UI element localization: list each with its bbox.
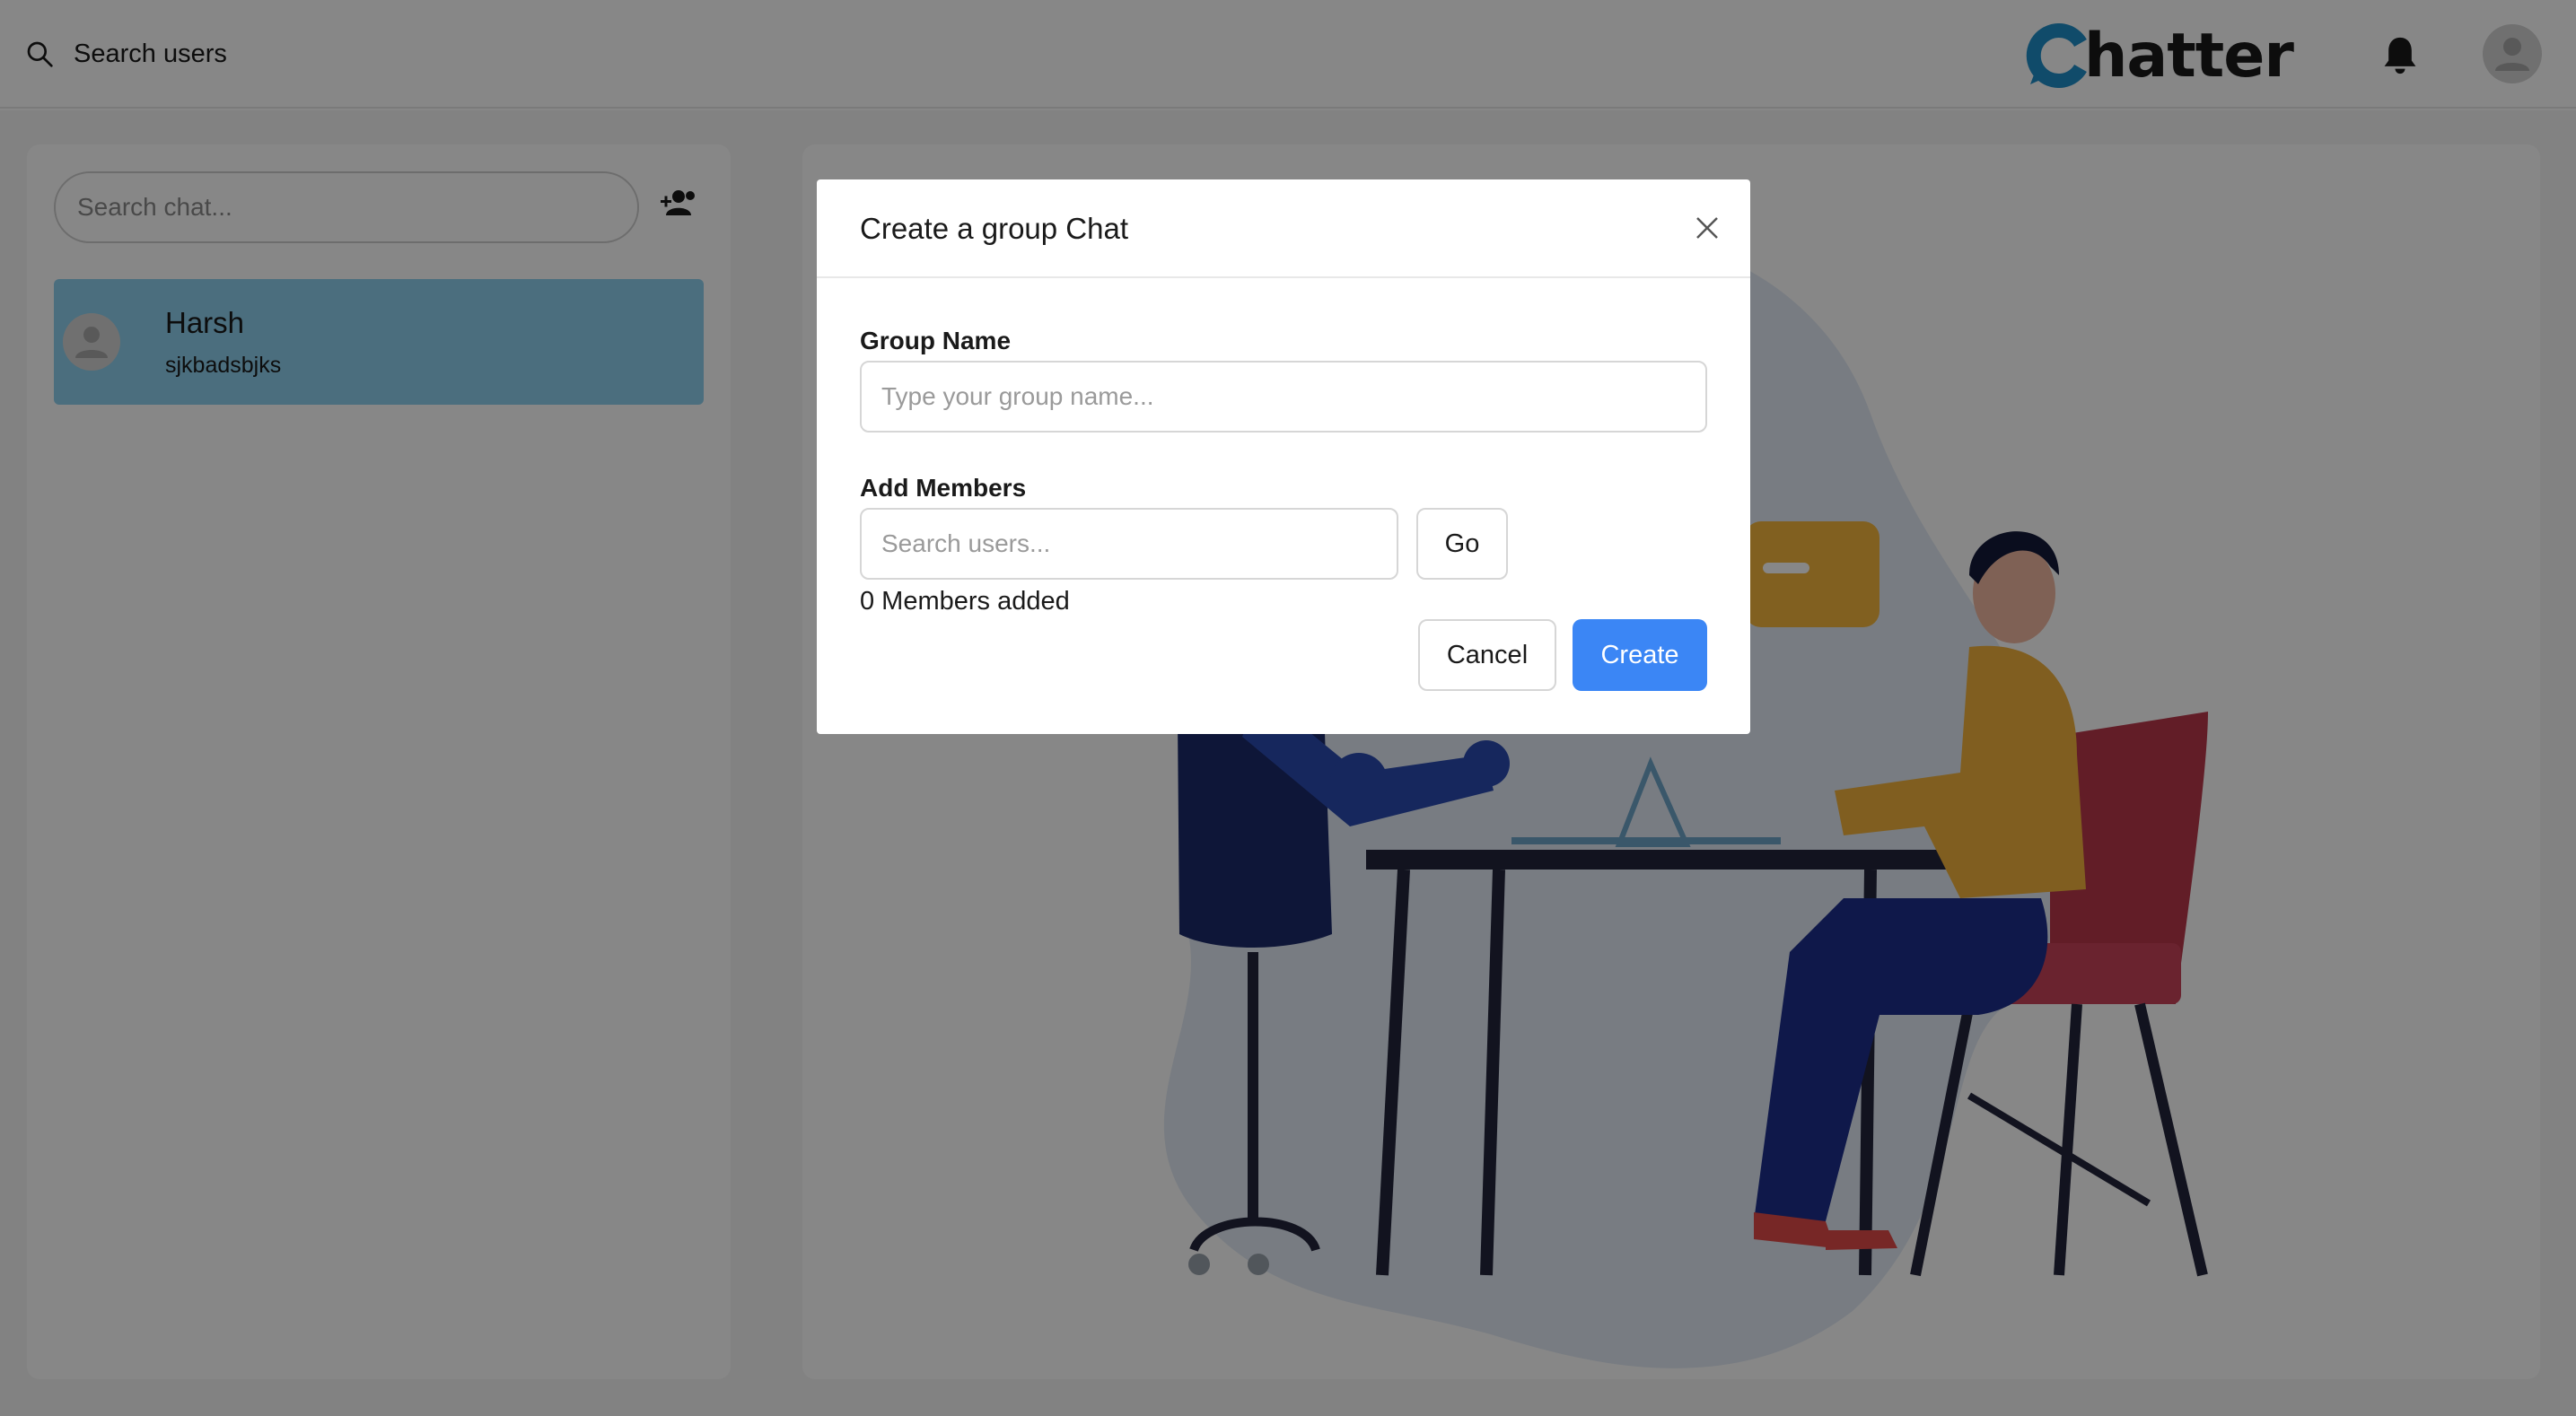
close-icon [1696, 217, 1718, 239]
members-added-count: 0 Members added [860, 587, 1070, 616]
group-name-input[interactable] [860, 361, 1707, 433]
cancel-button[interactable]: Cancel [1418, 619, 1556, 691]
group-name-label: Group Name [860, 327, 1012, 354]
go-button[interactable]: Go [1416, 508, 1508, 580]
add-members-label: Add Members [860, 474, 1027, 502]
modal-header: Create a group Chat [817, 179, 1750, 278]
search-users-input[interactable] [860, 508, 1398, 580]
close-button[interactable] [1689, 210, 1725, 246]
create-button[interactable]: Create [1573, 619, 1707, 691]
modal-title: Create a group Chat [860, 212, 1129, 245]
create-group-modal: Create a group Chat Group Name Add Membe… [817, 179, 1750, 734]
